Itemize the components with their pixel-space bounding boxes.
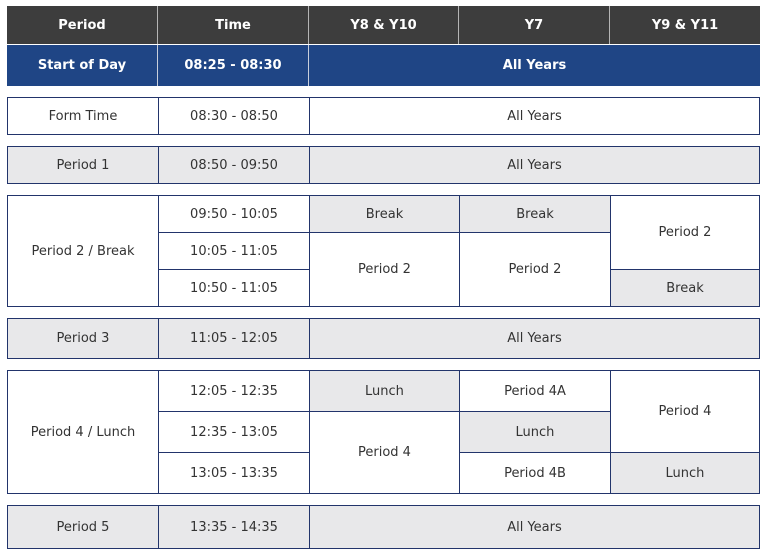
row-form-time: Form Time 08:30 - 08:50 All Years bbox=[7, 97, 760, 135]
y9-y11-break-cell: Break bbox=[611, 270, 759, 306]
time-cell: 08:30 - 08:50 bbox=[159, 98, 310, 134]
header-time: Time bbox=[158, 6, 309, 44]
row-period-5: Period 5 13:35 - 14:35 All Years bbox=[7, 505, 760, 549]
time-cell: 10:05 - 11:05 bbox=[159, 233, 310, 270]
y7-lunch-cell: Lunch bbox=[460, 412, 611, 453]
all-years-cell: All Years bbox=[309, 45, 760, 86]
period-cell: Period 3 bbox=[8, 319, 159, 358]
header-y9-y11: Y9 & Y11 bbox=[610, 6, 760, 44]
y8-y10-lunch-cell: Lunch bbox=[310, 371, 460, 412]
header-y7: Y7 bbox=[459, 6, 610, 44]
period-cell: Start of Day bbox=[7, 45, 158, 86]
period-cell: Period 5 bbox=[8, 506, 159, 548]
y8-y10-period-cell: Period 2 bbox=[310, 233, 460, 306]
all-years-cell: All Years bbox=[310, 147, 759, 183]
time-cell: 12:35 - 13:05 bbox=[159, 412, 310, 453]
all-years-cell: All Years bbox=[310, 98, 759, 134]
time-cell: 13:05 - 13:35 bbox=[159, 453, 310, 493]
y7-period-4a-cell: Period 4A bbox=[460, 371, 611, 412]
time-cell: 11:05 - 12:05 bbox=[159, 319, 310, 358]
time-cell: 08:25 - 08:30 bbox=[158, 45, 309, 86]
time-cell: 13:35 - 14:35 bbox=[159, 506, 310, 548]
time-cell: 12:05 - 12:35 bbox=[159, 371, 310, 412]
all-years-cell: All Years bbox=[310, 319, 759, 358]
period-cell: Period 4 / Lunch bbox=[8, 371, 159, 493]
time-cell: 09:50 - 10:05 bbox=[159, 196, 310, 233]
y8-y10-break-cell: Break bbox=[310, 196, 460, 233]
period-cell: Period 2 / Break bbox=[8, 196, 159, 306]
header-period: Period bbox=[7, 6, 158, 44]
all-years-cell: All Years bbox=[310, 506, 759, 548]
table-header: Period Time Y8 & Y10 Y7 Y9 & Y11 bbox=[7, 6, 760, 44]
y7-break-cell: Break bbox=[460, 196, 611, 233]
time-cell: 08:50 - 09:50 bbox=[159, 147, 310, 183]
y9-y11-period-cell: Period 2 bbox=[611, 196, 759, 270]
y7-period-4b-cell: Period 4B bbox=[460, 453, 611, 493]
period-cell: Period 1 bbox=[8, 147, 159, 183]
row-period-4-lunch: Period 4 / Lunch 12:05 - 12:35 12:35 - 1… bbox=[7, 370, 760, 494]
y7-period-cell: Period 2 bbox=[460, 233, 611, 306]
y9-y11-period-cell: Period 4 bbox=[611, 371, 759, 453]
period-cell: Form Time bbox=[8, 98, 159, 134]
row-period-3: Period 3 11:05 - 12:05 All Years bbox=[7, 318, 760, 359]
row-period-2-break: Period 2 / Break 09:50 - 10:05 10:05 - 1… bbox=[7, 195, 760, 307]
header-y8-y10: Y8 & Y10 bbox=[309, 6, 459, 44]
time-cell: 10:50 - 11:05 bbox=[159, 270, 310, 306]
row-period-1: Period 1 08:50 - 09:50 All Years bbox=[7, 146, 760, 184]
y9-y11-lunch-cell: Lunch bbox=[611, 453, 759, 493]
row-start-of-day: Start of Day 08:25 - 08:30 All Years bbox=[7, 45, 760, 86]
y8-y10-period-cell: Period 4 bbox=[310, 412, 460, 493]
